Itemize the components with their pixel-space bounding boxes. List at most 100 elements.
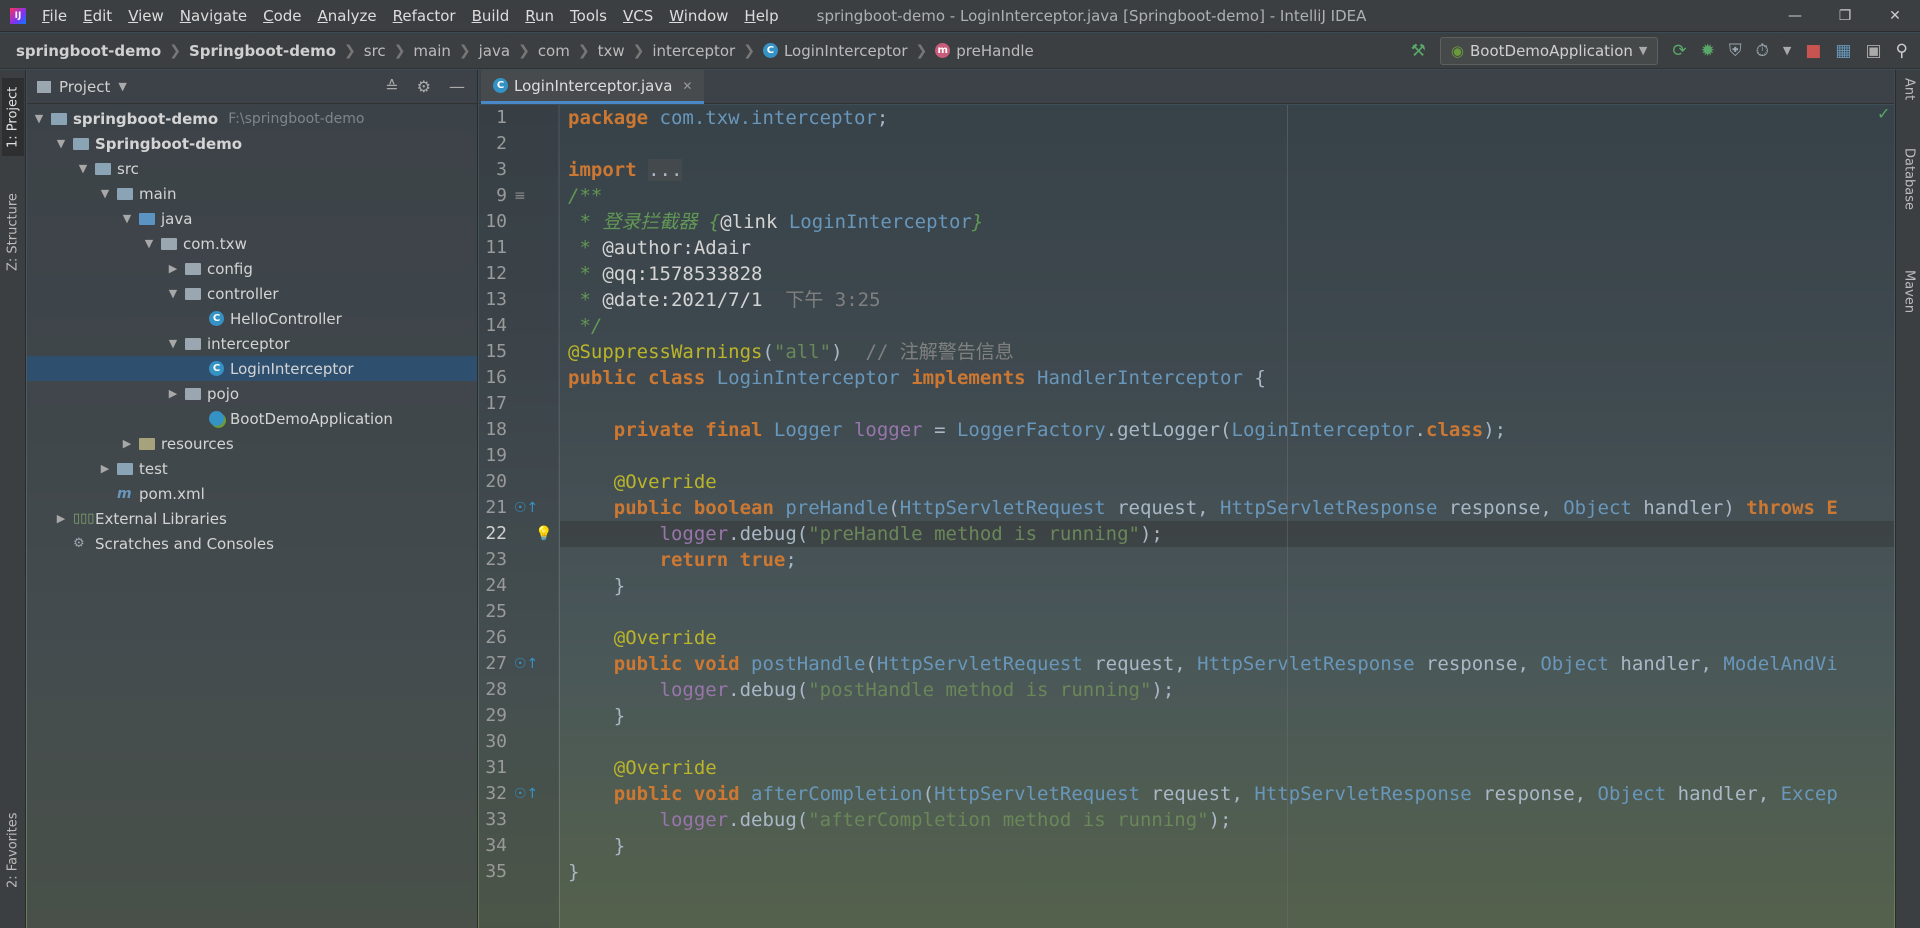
expand-arrow-icon[interactable]: ▼ <box>141 237 157 250</box>
menu-file[interactable]: File <box>34 7 75 25</box>
editor-tab-login-interceptor[interactable]: C LoginInterceptor.java ✕ <box>481 70 705 104</box>
menu-build[interactable]: Build <box>464 7 518 25</box>
breadcrumb-com[interactable]: com <box>538 42 570 60</box>
tab-maven[interactable]: Maven <box>1898 270 1920 350</box>
tree-item-springboot-demo[interactable]: ▼ springboot-demo F:\springboot-demo <box>27 106 477 131</box>
menu-analyze[interactable]: Analyze <box>310 7 385 25</box>
code-line: } <box>560 859 1894 885</box>
expand-arrow-icon[interactable]: ▼ <box>165 287 181 300</box>
collapse-arrow-icon[interactable]: ▶ <box>53 512 69 525</box>
tree-item-hello-controller[interactable]: C HelloController <box>27 306 477 331</box>
breadcrumb-module[interactable]: Springboot-demo <box>189 42 336 60</box>
gear-icon[interactable]: ⚙ <box>417 77 431 96</box>
project-structure-icon[interactable]: ▦ <box>1835 41 1851 61</box>
restore-icon[interactable]: ❐ <box>1820 0 1870 32</box>
run-configuration-select[interactable]: ◉ BootDemoApplication ▼ <box>1439 36 1659 65</box>
expand-arrow-icon[interactable]: ▼ <box>97 187 113 200</box>
implements-method-icon[interactable]: ☉↑ <box>514 781 538 807</box>
line-number: 29 <box>485 705 507 726</box>
inspection-ok-icon[interactable]: ✓ <box>1877 104 1890 123</box>
menu-view[interactable]: View <box>120 7 172 25</box>
breadcrumb-txw[interactable]: txw <box>598 42 625 60</box>
lightbulb-icon[interactable]: 💡 <box>535 521 552 547</box>
tree-item-external-libraries[interactable]: ▶ ▯▯▯ External Libraries <box>27 506 477 531</box>
tree-item-pojo[interactable]: ▶ pojo <box>27 381 477 406</box>
tab-ant[interactable]: Ant <box>1898 78 1920 128</box>
menu-tools[interactable]: Tools <box>562 7 615 25</box>
expand-arrow-icon[interactable]: ▼ <box>165 337 181 350</box>
breadcrumb-class[interactable]: C LoginInterceptor <box>762 42 908 60</box>
line-number: 14 <box>485 315 507 336</box>
tree-item-scratches[interactable]: ⚙ Scratches and Consoles <box>27 531 477 556</box>
collapse-arrow-icon[interactable]: ▶ <box>165 387 181 400</box>
tree-item-login-interceptor[interactable]: C LoginInterceptor <box>27 356 477 381</box>
menu-run[interactable]: Run <box>517 7 562 25</box>
tree-item-label: LoginInterceptor <box>230 359 354 378</box>
tree-item-config[interactable]: ▶ config <box>27 256 477 281</box>
debug-bug-icon[interactable]: ✹ <box>1701 41 1715 61</box>
search-icon[interactable]: ⚲ <box>1896 41 1908 61</box>
stop-icon[interactable]: ■ <box>1805 41 1821 61</box>
window-title: springboot-demo - LoginInterceptor.java … <box>816 6 1367 25</box>
folded-imports[interactable]: ... <box>648 159 683 181</box>
menu-window[interactable]: Window <box>661 7 736 25</box>
collapse-arrow-icon[interactable]: ▶ <box>165 262 181 275</box>
breadcrumb-interceptor[interactable]: interceptor <box>652 42 735 60</box>
tab-database[interactable]: Database <box>1898 148 1920 248</box>
code-editor[interactable]: package com.txw.interceptor; import ... … <box>560 105 1894 928</box>
profiler-icon[interactable]: ⏱ <box>1756 41 1769 61</box>
tree-item-java[interactable]: ▼ java <box>27 206 477 231</box>
collapse-all-icon[interactable]: ≙ <box>385 77 398 96</box>
tab-structure[interactable]: Z: Structure <box>2 182 24 282</box>
implements-method-icon[interactable]: ☉↑ <box>514 495 538 521</box>
close-icon[interactable]: ✕ <box>682 79 692 93</box>
close-icon[interactable]: ✕ <box>1870 0 1920 32</box>
menu-help[interactable]: Help <box>736 7 786 25</box>
tree-item-test[interactable]: ▶ test <box>27 456 477 481</box>
tree-item-module[interactable]: ▼ Springboot-demo <box>27 131 477 156</box>
code-token: .debug( <box>728 523 809 545</box>
tree-item-resources[interactable]: ▶ resources <box>27 431 477 456</box>
breadcrumb-src[interactable]: src <box>364 42 386 60</box>
implements-method-icon[interactable]: ☉↑ <box>514 651 538 677</box>
collapse-arrow-icon[interactable]: ▶ <box>119 437 135 450</box>
expand-arrow-icon[interactable]: ▼ <box>31 112 47 125</box>
tree-item-main[interactable]: ▼ main <box>27 181 477 206</box>
menu-code[interactable]: Code <box>255 7 309 25</box>
tab-project[interactable]: 1: Project <box>2 78 24 156</box>
code-token: ; <box>785 549 797 571</box>
expand-arrow-icon[interactable]: ▼ <box>53 137 69 150</box>
menu-navigate[interactable]: Navigate <box>172 7 255 25</box>
menu-edit[interactable]: Edit <box>75 7 120 25</box>
tree-item-src[interactable]: ▼ src <box>27 156 477 181</box>
code-token: HttpServletResponse <box>1220 497 1449 519</box>
breadcrumb-project[interactable]: springboot-demo <box>16 42 161 60</box>
project-view-select[interactable]: Project <box>59 78 110 96</box>
breadcrumb-main[interactable]: main <box>413 42 450 60</box>
rerun-icon[interactable]: ⟳ <box>1672 41 1686 61</box>
chevron-down-icon[interactable]: ▼ <box>118 80 126 93</box>
tree-item-boot-demo-application[interactable]: BootDemoApplication <box>27 406 477 431</box>
tab-favorites[interactable]: 2: Favorites <box>2 800 24 900</box>
hide-panel-icon[interactable]: — <box>449 77 465 96</box>
coverage-shield-icon[interactable]: ⛨ <box>1729 41 1742 61</box>
menu-vcs[interactable]: VCS <box>615 7 661 25</box>
code-token: .debug( <box>728 679 809 701</box>
expand-arrow-icon[interactable]: ▼ <box>75 162 91 175</box>
build-hammer-icon[interactable]: ⚒ <box>1411 41 1426 61</box>
tree-item-pom-xml[interactable]: m pom.xml <box>27 481 477 506</box>
breadcrumb-method[interactable]: m preHandle <box>935 42 1034 60</box>
tree-item-controller[interactable]: ▼ controller <box>27 281 477 306</box>
collapse-arrow-icon[interactable]: ▶ <box>97 462 113 475</box>
window-layout-icon[interactable]: ▣ <box>1865 41 1881 61</box>
minimize-icon[interactable]: — <box>1770 0 1820 32</box>
breadcrumb-java[interactable]: java <box>479 42 510 60</box>
tree-item-interceptor[interactable]: ▼ interceptor <box>27 331 477 356</box>
menu-refactor[interactable]: Refactor <box>385 7 464 25</box>
fold-icon[interactable]: ≡ <box>514 183 526 209</box>
expand-arrow-icon[interactable]: ▼ <box>119 212 135 225</box>
tree-item-com-txw[interactable]: ▼ com.txw <box>27 231 477 256</box>
more-run-chevron-icon[interactable]: ▼ <box>1783 44 1791 57</box>
package-icon <box>185 262 201 275</box>
